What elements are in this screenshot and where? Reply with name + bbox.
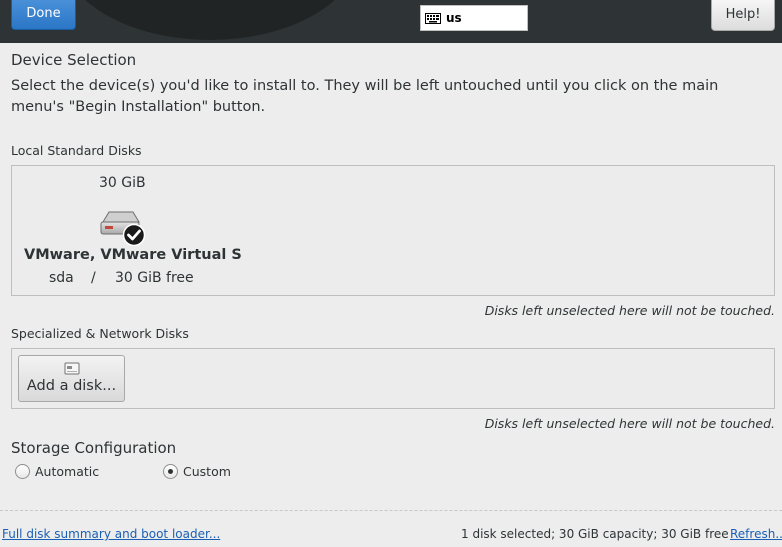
network-disks-note: Disks left unselected here will not be t…	[484, 416, 775, 431]
network-disks-label: Specialized & Network Disks	[11, 326, 189, 341]
keyboard-layout-indicator[interactable]: us	[420, 5, 528, 31]
disk-device: sda	[49, 270, 74, 286]
disk-selection-status: 1 disk selected; 30 GiB capacity; 30 GiB…	[461, 527, 729, 541]
radio-custom[interactable]: Custom	[163, 464, 231, 479]
radio-label-custom: Custom	[183, 464, 231, 479]
footer-divider	[0, 510, 782, 511]
radio-button-automatic[interactable]	[15, 464, 30, 479]
disk-size: 30 GiB	[99, 175, 146, 191]
hard-disk-selected-icon	[100, 211, 146, 246]
done-button[interactable]: Done	[11, 0, 76, 30]
disk-free-space: 30 GiB free	[115, 270, 194, 286]
radio-automatic[interactable]: Automatic	[15, 464, 99, 479]
header-decoration	[60, 0, 360, 40]
refresh-link[interactable]: Refresh...	[730, 527, 782, 541]
disk-separator: /	[91, 270, 96, 286]
local-disks-panel: 30 GiB VMware, VMware Virtual S sda / 30…	[11, 165, 775, 296]
disk-name: VMware, VMware Virtual S	[24, 247, 242, 263]
add-disk-button[interactable]: Add a disk...	[18, 355, 125, 402]
disk-item-sda[interactable]: 30 GiB VMware, VMware Virtual S sda / 30…	[12, 166, 242, 296]
keyboard-icon	[425, 12, 441, 24]
network-disks-panel: Add a disk...	[11, 348, 775, 409]
keyboard-layout-label: us	[446, 11, 462, 25]
disk-icon	[64, 362, 80, 375]
storage-configuration-title: Storage Configuration	[11, 439, 177, 457]
local-disks-label: Local Standard Disks	[11, 143, 142, 158]
top-bar: Done us Help!	[0, 0, 782, 43]
local-disks-note: Disks left unselected here will not be t…	[484, 303, 775, 318]
add-disk-label: Add a disk...	[26, 378, 117, 394]
page-title: Device Selection	[11, 51, 137, 69]
help-button[interactable]: Help!	[711, 0, 775, 31]
radio-button-custom[interactable]	[163, 464, 178, 479]
page-description: Select the device(s) you'd like to insta…	[11, 78, 719, 115]
full-disk-summary-link[interactable]: Full disk summary and boot loader...	[2, 527, 220, 541]
radio-label-automatic: Automatic	[35, 464, 100, 479]
